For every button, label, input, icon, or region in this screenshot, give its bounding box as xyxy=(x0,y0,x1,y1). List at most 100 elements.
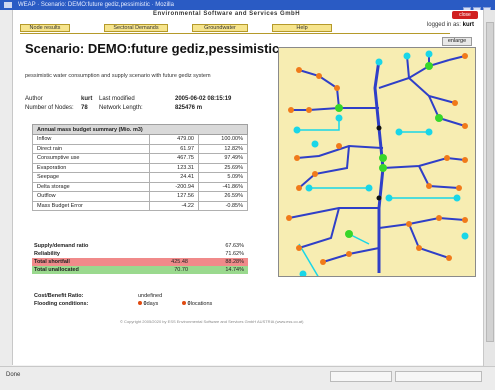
demand-node[interactable] xyxy=(436,215,442,221)
nodes-label: Number of Nodes: xyxy=(25,105,74,111)
supply-node[interactable] xyxy=(385,194,393,202)
supply-node[interactable] xyxy=(395,128,403,136)
demand-node[interactable] xyxy=(296,245,302,251)
river-branch xyxy=(418,165,460,189)
budget-row-value: 467.75 xyxy=(149,153,199,164)
demand-node[interactable] xyxy=(346,251,352,257)
tab-sectoral-demands[interactable]: Sectoral Demands xyxy=(104,24,168,32)
reservoir-node[interactable] xyxy=(379,154,387,162)
budget-row-label: Direct rain xyxy=(32,143,150,154)
summary-label: Total unallocated xyxy=(34,267,79,273)
river-branch xyxy=(378,216,466,229)
supply-node[interactable] xyxy=(375,58,383,66)
status-zone-box xyxy=(395,371,482,382)
nodes-value: 78 xyxy=(81,105,88,111)
reservoir-node[interactable] xyxy=(425,62,433,70)
demand-node[interactable] xyxy=(296,185,302,191)
supply-node[interactable] xyxy=(305,184,313,192)
summary-label: Reliability xyxy=(34,251,60,257)
copyright-footer: © Copyright 2005/2020 by ESS Environment… xyxy=(120,319,304,324)
scenario-description: pessimistic water consumption and supply… xyxy=(25,73,211,79)
mass-budget-table: Annual mass budget summary (Mio. m3) Inf… xyxy=(32,124,248,211)
demand-node[interactable] xyxy=(446,255,452,261)
supply-node[interactable] xyxy=(461,232,469,240)
budget-row: Seepage 24.41 5.09% xyxy=(32,172,248,183)
flooding-locations: 0 locations xyxy=(182,300,212,308)
status-text: Done xyxy=(6,372,21,378)
demand-node[interactable] xyxy=(312,171,318,177)
left-frame xyxy=(0,10,12,366)
summary-label: Supply/demand ratio xyxy=(34,243,89,249)
vertical-scrollbar[interactable] xyxy=(483,10,495,366)
author-label: Author xyxy=(25,96,43,102)
supply-node[interactable] xyxy=(311,140,319,148)
demand-node[interactable] xyxy=(296,67,302,73)
demand-node[interactable] xyxy=(452,100,458,106)
network-map-drawing[interactable] xyxy=(279,48,475,276)
flooding-days: 0 days xyxy=(138,300,158,308)
river-branch xyxy=(382,156,466,169)
summary-percent: 14.74% xyxy=(225,267,244,273)
reservoir-node[interactable] xyxy=(435,114,443,122)
budget-row-value: 61.97 xyxy=(149,143,199,154)
network-map[interactable] xyxy=(278,47,476,277)
budget-row-percent: -0.85% xyxy=(198,200,248,211)
supply-node[interactable] xyxy=(365,184,373,192)
status-bar: Done xyxy=(0,366,495,390)
reservoir-node[interactable] xyxy=(335,104,343,112)
summary-row: Reliability 71.62% xyxy=(32,250,248,258)
demand-node[interactable] xyxy=(286,215,292,221)
summary-value: 425.48 xyxy=(171,259,188,265)
budget-row-label: Consumptive use xyxy=(32,153,150,164)
supply-node[interactable] xyxy=(299,270,307,277)
demand-node[interactable] xyxy=(320,259,326,265)
budget-row: Direct rain 61.97 12.82% xyxy=(32,143,248,154)
river-branch xyxy=(308,107,379,111)
junction-node[interactable] xyxy=(376,195,382,201)
junction-node[interactable] xyxy=(376,125,382,131)
summary-block: Supply/demand ratio 67.63% Reliability 71.6… xyxy=(32,242,248,274)
summary-row: Total shortfall 425.48 88.28% xyxy=(32,258,248,266)
budget-row-label: Mass Budget Error xyxy=(32,200,150,211)
demand-node[interactable] xyxy=(336,143,342,149)
river-branch xyxy=(408,223,450,259)
budget-row-value: 123.31 xyxy=(149,162,199,173)
demand-node[interactable] xyxy=(294,155,300,161)
budget-row-value: 127.56 xyxy=(149,191,199,202)
demand-node[interactable] xyxy=(456,185,462,191)
supply-node[interactable] xyxy=(293,126,301,134)
demand-node[interactable] xyxy=(462,157,468,163)
demand-node[interactable] xyxy=(406,221,412,227)
supply-node[interactable] xyxy=(403,52,411,60)
browser-window: WEAP · Scenario: DEMO:future gediz,pessi… xyxy=(0,0,495,390)
budget-row-value: 24.41 xyxy=(149,172,199,183)
demand-node[interactable] xyxy=(416,245,422,251)
close-button[interactable]: close xyxy=(452,11,478,19)
demand-node[interactable] xyxy=(462,53,468,59)
tab-node-results[interactable]: Node results xyxy=(20,24,70,32)
alert-dot-icon xyxy=(138,301,142,305)
tab-help[interactable]: Help xyxy=(272,24,332,32)
supply-node[interactable] xyxy=(335,114,343,122)
budget-row: Consumptive use 467.75 97.49% xyxy=(32,153,248,164)
demand-node[interactable] xyxy=(444,155,450,161)
cost-block: Cost/Benefit Ratio: undefined Flooding c… xyxy=(32,292,248,308)
tab-groundwater[interactable]: Groundwater xyxy=(192,24,248,32)
supply-node[interactable] xyxy=(425,128,433,136)
budget-row-value: -4.22 xyxy=(149,200,199,211)
supply-node[interactable] xyxy=(425,50,433,58)
demand-node[interactable] xyxy=(306,107,312,113)
demand-node[interactable] xyxy=(462,123,468,129)
reservoir-node[interactable] xyxy=(379,164,387,172)
demand-node[interactable] xyxy=(334,85,340,91)
app-title: Environmental Software and Services GmbH xyxy=(153,11,301,17)
enlarge-button[interactable]: enlarge xyxy=(442,37,472,46)
scrollbar-thumb[interactable] xyxy=(486,22,494,342)
demand-node[interactable] xyxy=(288,107,294,113)
supply-node[interactable] xyxy=(453,194,461,202)
demand-node[interactable] xyxy=(316,73,322,79)
reservoir-node[interactable] xyxy=(345,230,353,238)
demand-node[interactable] xyxy=(426,183,432,189)
username: kurt xyxy=(462,22,474,28)
demand-node[interactable] xyxy=(462,217,468,223)
